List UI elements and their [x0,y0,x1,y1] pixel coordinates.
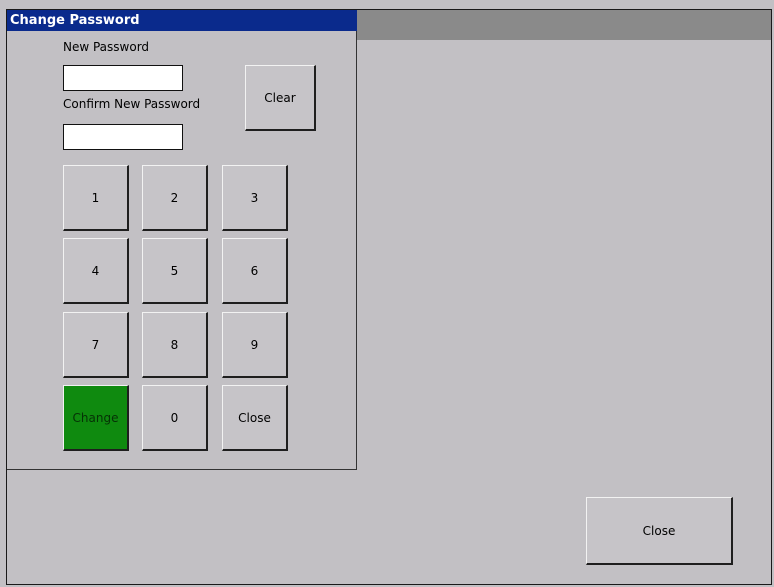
confirm-password-input[interactable] [63,124,183,150]
key-3-button[interactable]: 3 [222,165,288,231]
clear-button[interactable]: Clear [245,65,316,131]
confirm-password-label: Confirm New Password [63,97,201,111]
key-7-button[interactable]: 7 [63,312,129,378]
new-password-label: New Password [63,40,150,54]
main-close-button[interactable]: Close [586,497,733,565]
key-8-button[interactable]: 8 [142,312,208,378]
change-button[interactable]: Change [63,385,129,451]
new-password-input[interactable] [63,65,183,91]
key-6-button[interactable]: 6 [222,238,288,304]
key-9-button[interactable]: 9 [222,312,288,378]
key-0-button[interactable]: 0 [142,385,208,451]
key-1-button[interactable]: 1 [63,165,129,231]
key-2-button[interactable]: 2 [142,165,208,231]
key-5-button[interactable]: 5 [142,238,208,304]
dialog-close-button[interactable]: Close [222,385,288,451]
dialog-title: Change Password [7,10,357,31]
key-4-button[interactable]: 4 [63,238,129,304]
change-password-dialog: Change Password New Password Confirm New… [7,10,357,470]
screen-frame: Change Password New Password Confirm New… [6,9,772,585]
